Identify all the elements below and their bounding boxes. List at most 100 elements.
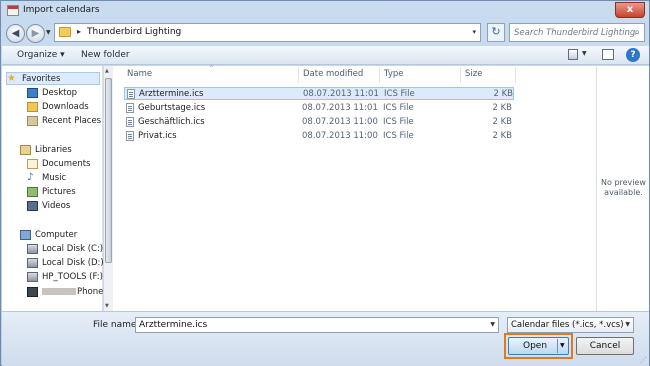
no-preview-message: No preview available.: [597, 178, 650, 198]
downloads-folder-icon: [27, 102, 38, 112]
navigation-pane: ★ Favorites Desktop Downloads Recent Pla…: [2, 66, 104, 311]
sidebar-item-label: Recent Places: [42, 116, 102, 126]
file-type: ICS File: [383, 103, 414, 113]
sidebar-item-favorites[interactable]: ★ Favorites: [6, 72, 100, 85]
file-name-label: File name:: [93, 320, 140, 330]
sidebar-item-label: Phone: [42, 287, 103, 297]
scroll-up-icon[interactable]: ▲: [105, 68, 109, 74]
sidebar-item-label: Documents: [42, 159, 91, 169]
sidebar-item-label: Favorites: [22, 74, 61, 84]
title-bar[interactable]: Import calendars x: [1, 1, 649, 21]
address-dropdown-icon[interactable]: ▾: [472, 28, 476, 36]
sort-ascending-icon: ^: [209, 65, 215, 72]
file-size: 2 KB: [492, 103, 512, 113]
sidebar-item-label: Local Disk (D:): [42, 258, 104, 268]
videos-icon: [27, 201, 38, 211]
file-name: Privat.ics: [138, 131, 177, 141]
file-type-filter-select[interactable]: Calendar files (*.ics, *.vcs) ▼: [507, 317, 634, 333]
ics-file-icon: [126, 117, 134, 127]
pictures-icon: [27, 187, 38, 197]
file-type-filter-value: Calendar files (*.ics, *.vcs): [511, 320, 624, 330]
sidebar-scrollbar[interactable]: ▲ ▼: [103, 66, 113, 311]
star-icon: ★: [7, 73, 16, 84]
no-preview-line-2: available.: [604, 188, 643, 197]
column-divider[interactable]: [460, 67, 461, 83]
table-row[interactable]: Arzttermine.ics 08.07.2013 11:01 ICS Fil…: [124, 87, 514, 100]
close-button[interactable]: x: [615, 2, 645, 18]
column-divider[interactable]: [515, 67, 516, 83]
change-view-icon[interactable]: [568, 49, 578, 60]
content-area: ★ Favorites Desktop Downloads Recent Pla…: [2, 65, 650, 311]
new-folder-button[interactable]: New folder: [81, 50, 130, 60]
ics-file-icon: [127, 89, 135, 99]
help-icon[interactable]: ?: [626, 48, 640, 62]
sidebar-item-label: Music: [42, 173, 67, 183]
column-header-size[interactable]: Size: [465, 69, 482, 79]
ics-file-icon: [126, 103, 134, 113]
file-type: ICS File: [383, 131, 414, 141]
libraries-icon: [20, 145, 31, 155]
sidebar-item-label: Computer: [35, 230, 78, 240]
column-header-type[interactable]: Type: [384, 69, 404, 79]
address-bar[interactable]: ▸ Thunderbird Lighting ▾: [54, 23, 481, 42]
search-input[interactable]: Search Thunderbird Lighting ⌕: [509, 23, 645, 42]
open-options-dropdown-icon[interactable]: ▼: [560, 342, 565, 349]
file-date: 08.07.2013 11:01: [303, 89, 379, 99]
file-name-dropdown-icon[interactable]: ▼: [490, 321, 495, 328]
documents-icon: [27, 159, 38, 169]
file-name-value: Arzttermine.ics: [139, 320, 208, 330]
search-placeholder: Search Thunderbird Lighting: [514, 28, 636, 38]
breadcrumb-separator-icon[interactable]: ▸: [77, 27, 81, 36]
disk-icon: [27, 258, 38, 268]
file-name-field[interactable]: Arzttermine.ics ▼: [135, 317, 499, 333]
view-options-dropdown-icon[interactable]: ▼: [582, 50, 587, 57]
recent-locations-dropdown-icon[interactable]: ▼: [46, 29, 51, 36]
file-name: Geschäftlich.ics: [138, 117, 205, 127]
table-row[interactable]: Geburtstage.ics 08.07.2013 11:01 ICS Fil…: [124, 102, 514, 115]
resize-grip-icon[interactable]: ⋰: [640, 356, 647, 364]
file-list: Name ^ Date modified Type Size Arzttermi…: [122, 65, 596, 311]
file-size: 2 KB: [492, 117, 512, 127]
file-size: 2 KB: [492, 131, 512, 141]
forward-arrow-icon[interactable]: ▶: [26, 24, 45, 43]
disk-icon: [27, 244, 38, 254]
sidebar-item-label: Videos: [42, 201, 71, 211]
file-type: ICS File: [383, 117, 414, 127]
redacted-name: [42, 288, 76, 295]
table-row[interactable]: Geschäftlich.ics 08.07.2013 11:00 ICS Fi…: [124, 116, 514, 129]
ics-file-icon: [126, 131, 134, 141]
filter-dropdown-icon[interactable]: ▼: [625, 321, 630, 328]
sidebar-item-label: Libraries: [35, 145, 72, 155]
open-button[interactable]: Open ▼: [508, 337, 569, 355]
sidebar-scroll-thumb[interactable]: [105, 78, 112, 263]
cancel-button-label: Cancel: [589, 341, 621, 351]
desktop-icon: [27, 88, 38, 98]
file-name: Geburtstage.ics: [138, 103, 206, 113]
back-arrow-icon[interactable]: ◀: [6, 24, 25, 43]
phone-label: Phone: [77, 287, 104, 297]
file-date: 08.07.2013 11:01: [302, 103, 378, 113]
dialog-footer: File name: Arzttermine.ics ▼ Calendar fi…: [2, 311, 649, 366]
cancel-button[interactable]: Cancel: [576, 337, 634, 355]
table-row[interactable]: Privat.ics 08.07.2013 11:00 ICS File 2 K…: [124, 130, 514, 143]
file-size: 2 KB: [493, 89, 513, 99]
search-icon[interactable]: ⌕: [634, 27, 640, 38]
sidebar-item-label: Local Disk (C:): [42, 244, 104, 254]
refresh-icon[interactable]: ↻: [487, 23, 505, 42]
column-divider[interactable]: [379, 67, 380, 83]
computer-icon: [20, 230, 31, 240]
command-toolbar: Organize ▾ New folder ▼ ?: [2, 45, 649, 65]
breadcrumb-thunderbird-lighting[interactable]: Thunderbird Lighting: [87, 27, 181, 37]
preview-pane-icon[interactable]: [602, 49, 614, 60]
file-type: ICS File: [384, 89, 415, 99]
window-title: Import calendars: [23, 5, 100, 15]
column-header-name[interactable]: Name: [127, 69, 152, 79]
organize-button[interactable]: Organize ▾: [17, 50, 65, 60]
import-calendars-dialog: Import calendars x ◀ ▶ ▼ ▸ Thunderbird L…: [0, 0, 650, 366]
scroll-down-icon[interactable]: ▼: [105, 303, 109, 309]
phone-icon: [27, 287, 38, 297]
calendar-icon: [7, 5, 19, 16]
sidebar-item-label: Desktop: [42, 88, 78, 98]
column-header-date-modified[interactable]: Date modified: [303, 69, 363, 79]
column-divider[interactable]: [298, 67, 299, 83]
